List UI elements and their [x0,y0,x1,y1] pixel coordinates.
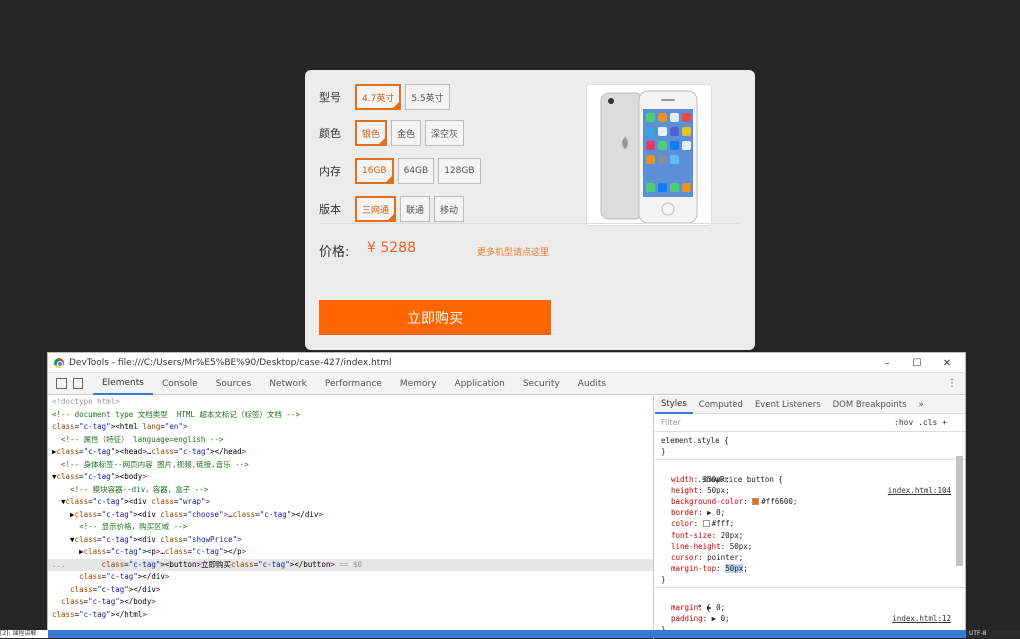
selected-dom-node[interactable]: ... class="c-tag"><button>立即购买class="c-t… [48,558,653,571]
styles-subtab[interactable]: DOM Breakpoints [827,396,913,414]
option-button[interactable]: 移动 [434,196,465,222]
option-row-label: 内存 [319,165,341,178]
chrome-icon [54,357,64,368]
status-bar: [2]: 课程讲解 UTF-8 [0,630,1020,638]
dom-node-line[interactable]: ▼class="c-tag"><body> [48,471,653,484]
css-property[interactable]: cursor: pointer; [655,552,965,563]
divider [319,223,739,224]
devtools-tab[interactable]: Performance [316,373,391,395]
status-left: [2]: 课程讲解 [0,630,48,638]
rule-selector-2: * { index.html:12 [655,590,965,623]
selector-text: .showPrice button { [697,474,783,484]
devtools-tab[interactable]: Sources [207,373,261,395]
option-button[interactable]: 银色 [355,120,388,146]
option-row: 型号 4.7英寸 5.5英寸 [319,84,454,110]
price-value: ¥ 5288 [367,240,416,256]
device-toggle-icon[interactable] [73,378,83,389]
devtools-tab[interactable]: Security [514,373,569,395]
dom-node-line[interactable]: class="c-tag"></html> [48,609,653,622]
selector-text-2: * { [697,602,711,612]
css-property[interactable]: background-color: #ff6600; [655,496,965,507]
more-options-icon[interactable]: ⋮ [947,378,957,389]
styles-scrollbar[interactable] [956,456,963,566]
devtools-titlebar: DevTools - file:///C:/Users/Mr%E5%BE%90/… [48,353,965,373]
option-button[interactable]: 64GB [397,158,435,184]
dom-node-line[interactable]: <!-- 显示价格，购买区域 --> [48,521,653,534]
elements-panel: <!doctype html> <!-- document type 文档类型 H… [48,396,654,639]
devtools-tab[interactable]: Network [260,373,316,395]
styles-subtab[interactable]: Event Listeners [749,396,827,414]
devtools-tab[interactable]: Elements [93,373,153,395]
option-row: 版本 三网通 联通 移动 [319,196,468,222]
color-swatch[interactable] [702,520,710,528]
minimize-button[interactable]: – [873,353,901,373]
dom-node-line[interactable]: class="c-tag"></div> [48,571,653,584]
option-button[interactable]: 128GB [438,158,481,184]
styles-filter[interactable]: Filter :hov .cls + [655,414,965,432]
color-swatch[interactable] [752,497,760,505]
option-row-label: 型号 [319,91,341,104]
devtools-tabbar: Elements Console Sources Network Performance… [48,373,965,395]
styles-subtab[interactable]: Styles [655,396,693,414]
devtools-tab[interactable]: Memory [391,373,446,395]
option-button[interactable]: 5.5英寸 [405,84,450,110]
dom-node-line[interactable]: <!-- 身体标签--网页内容 图片,视频,链接,音乐 --> [48,459,653,472]
dom-node-line[interactable]: class="c-tag"><html lang="en"> [48,421,653,434]
devtools-tab[interactable]: Console [153,373,207,395]
option-row: 颜色 银色 金色 深空灰 [319,120,468,146]
dom-node-line[interactable]: class="c-tag"></div> [48,584,653,597]
element-style-close: } [661,447,666,457]
price-label: 价格: [319,245,350,260]
dom-node-line[interactable]: class="c-tag"></body> [48,596,653,609]
dom-node-line[interactable]: <!doctype html> [48,396,653,409]
status-encoding: UTF-8 [966,630,1020,638]
close-button[interactable]: ✕ [933,353,961,373]
dom-node-line[interactable]: <!-- 模块容器--div，容器，盒子 --> [48,484,653,497]
inspect-icon[interactable] [56,378,67,389]
dom-node-line[interactable]: ▶class="c-tag"><head>…class="c-tag"></he… [48,446,653,459]
option-button[interactable]: 金色 [391,120,422,146]
option-button[interactable]: 16GB [355,158,394,184]
product-card: 型号 4.7英寸 5.5英寸颜色 银色 金色 深空灰内存 16GB 64GB 128GB 版本 三网… [305,70,755,350]
option-row: 内存 16GB 64GB 128GB [319,158,485,184]
filter-tools[interactable]: :hov .cls + [894,418,947,427]
styles-subtab[interactable]: » [913,396,930,414]
rule-close: } [661,575,666,585]
devtools-tab[interactable]: Audits [569,373,615,395]
option-button[interactable]: 深空灰 [425,120,465,146]
dom-node-line[interactable]: ▼class="c-tag"><div class="wrap"> [48,496,653,509]
option-button[interactable]: 4.7英寸 [355,84,402,110]
css-property[interactable]: font-size: 20px; [655,530,965,541]
gutter-dots: ... [52,559,66,569]
option-button[interactable]: 三网通 [355,196,397,222]
dom-node-line[interactable]: ▶class="c-tag"><div class="choose">…clas… [48,509,653,522]
more-models-link[interactable]: 更多机型请点这里 [477,245,549,258]
css-property[interactable]: color: #fff; [655,518,965,529]
css-property[interactable]: line-height: 50px; [655,541,965,552]
devtools-tab[interactable]: Application [446,373,514,395]
styles-subtab[interactable]: Computed [693,396,749,414]
css-property[interactable]: margin-top: 50px; [655,563,965,574]
dom-node-line[interactable]: ▶class="c-tag"><p>…class="c-tag"></p> [48,546,653,559]
option-row-label: 颜色 [319,127,341,140]
filter-placeholder: Filter [661,418,681,427]
buy-now-button[interactable]: 立即购买 [319,300,551,335]
devtools-title: DevTools - file:///C:/Users/Mr%E5%BE%90/… [69,357,392,368]
devtools-window: DevTools - file:///C:/Users/Mr%E5%BE%90/… [47,352,966,639]
styles-pane: Styles Computed Event Listeners DOM Breakpo… [655,396,965,639]
option-button[interactable]: 联通 [400,196,431,222]
iphone-image [586,84,712,226]
source-link-2[interactable]: index.html:12 [892,613,951,624]
dom-node-line[interactable]: <!-- document type 文档类型 HTML 超本文标记（标签）文档… [48,409,653,422]
rule-selector: .showPrice button { index.html:104 [655,462,965,495]
dom-node-line[interactable]: <!-- 属性（特征） language=english --> [48,434,653,447]
maximize-button[interactable]: ☐ [903,353,931,373]
dom-node-line[interactable]: ▼class="c-tag"><div class="showPrice"> [48,534,653,547]
css-property[interactable]: border: ▶ 0; [655,507,965,518]
source-link-1[interactable]: index.html:104 [888,485,951,496]
option-row-label: 版本 [319,203,341,216]
element-style-open: element.style { [661,436,729,445]
